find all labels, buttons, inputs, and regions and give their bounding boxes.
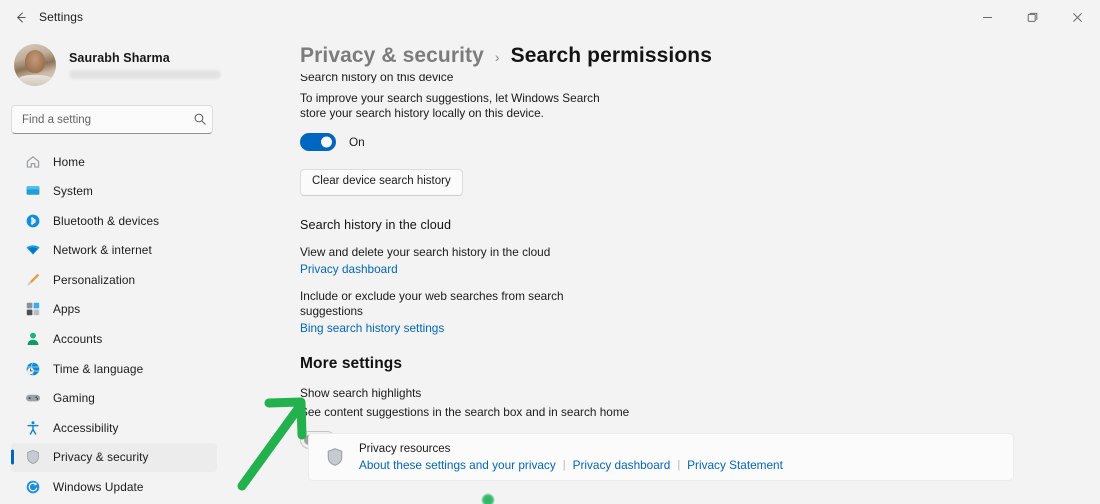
- settings-window: Settings: [0, 0, 1100, 504]
- shield-icon: [24, 449, 41, 466]
- maximize-button[interactable]: [1010, 0, 1055, 34]
- breadcrumb: Privacy & security › Search permissions: [300, 40, 722, 74]
- sidebar-item-label: Accessibility: [53, 421, 119, 435]
- privacy-resources-links: About these settings and your privacy | …: [359, 458, 783, 473]
- sidebar-item-apps[interactable]: Apps: [11, 295, 217, 324]
- cloud-history-line1: View and delete your search history in t…: [300, 245, 610, 260]
- sidebar-nav: Home System Bluetooth: [11, 147, 217, 502]
- sidebar-item-gaming[interactable]: Gaming: [11, 384, 217, 413]
- sidebar-item-accessibility[interactable]: Accessibility: [11, 413, 217, 442]
- sidebar-item-privacy-security[interactable]: Privacy & security: [11, 443, 217, 472]
- sidebar-item-network-internet[interactable]: Network & internet: [11, 236, 217, 265]
- page-title: Search permissions: [511, 44, 712, 68]
- sidebar-item-label: Network & internet: [53, 243, 152, 257]
- show-search-highlights-description: See content suggestions in the search bo…: [300, 405, 720, 420]
- bing-search-history-settings-link[interactable]: Bing search history settings: [300, 321, 444, 336]
- close-button[interactable]: [1055, 0, 1100, 34]
- sidebar-item-label: Windows Update: [53, 480, 144, 494]
- sidebar-item-label: Bluetooth & devices: [53, 214, 159, 228]
- update-icon: [24, 479, 41, 496]
- sidebar-item-system[interactable]: System: [11, 177, 217, 206]
- clock-globe-icon: [24, 360, 41, 377]
- search-container: [11, 105, 217, 134]
- person-icon: [24, 331, 41, 348]
- search-history-device-toggle-state: On: [349, 135, 365, 149]
- link-separator: |: [563, 459, 566, 471]
- profile-email-redacted: [69, 70, 221, 79]
- title-bar: Settings: [0, 0, 1100, 34]
- brush-icon: [24, 271, 41, 288]
- search-input[interactable]: [11, 105, 213, 134]
- sidebar: Saurabh Sharma Home: [0, 34, 228, 504]
- sidebar-item-label: Privacy & security: [53, 450, 149, 464]
- sidebar-item-label: Accounts: [53, 332, 102, 346]
- more-settings-heading: More settings: [300, 355, 1060, 373]
- back-button[interactable]: [4, 1, 36, 33]
- sidebar-item-time-language[interactable]: Time & language: [11, 354, 217, 383]
- home-icon: [24, 153, 41, 170]
- sidebar-item-label: System: [53, 184, 93, 198]
- profile-name: Saurabh Sharma: [69, 51, 217, 65]
- about-settings-privacy-link[interactable]: About these settings and your privacy: [359, 458, 556, 473]
- sidebar-item-label: Home: [53, 155, 85, 169]
- gamepad-icon: [24, 390, 41, 407]
- sidebar-item-label: Time & language: [53, 362, 143, 376]
- breadcrumb-parent-link[interactable]: Privacy & security: [300, 44, 484, 68]
- apps-icon: [24, 301, 41, 318]
- window-controls: [965, 0, 1100, 34]
- avatar: [14, 44, 56, 86]
- privacy-statement-link[interactable]: Privacy Statement: [687, 458, 783, 473]
- sidebar-item-windows-update[interactable]: Windows Update: [11, 473, 217, 502]
- minimize-button[interactable]: [965, 0, 1010, 34]
- shield-icon: [325, 447, 345, 467]
- sidebar-item-label: Apps: [53, 302, 80, 316]
- sidebar-item-personalization[interactable]: Personalization: [11, 265, 217, 294]
- link-separator: |: [677, 459, 680, 471]
- privacy-dashboard-link[interactable]: Privacy dashboard: [300, 262, 398, 277]
- back-arrow-icon: [13, 10, 28, 25]
- settings-content: Search history on this device To improve…: [300, 70, 1060, 449]
- bluetooth-icon: [24, 212, 41, 229]
- cloud-history-line2: Include or exclude your web searches fro…: [300, 289, 610, 318]
- sidebar-item-home[interactable]: Home: [11, 147, 217, 176]
- minimize-icon: [982, 12, 993, 23]
- sidebar-item-label: Personalization: [53, 273, 135, 287]
- device-history-toggle-row: On: [300, 133, 1060, 151]
- window-title: Settings: [39, 10, 83, 24]
- show-search-highlights-title: Show search highlights: [300, 386, 610, 401]
- wifi-icon: [24, 242, 41, 259]
- close-icon: [1072, 12, 1083, 23]
- cursor-indicator: [481, 493, 495, 504]
- search-icon: [193, 112, 207, 131]
- accessibility-icon: [24, 419, 41, 436]
- privacy-resources-title: Privacy resources: [359, 442, 783, 456]
- device-history-description: To improve your search suggestions, let …: [300, 91, 610, 120]
- search-history-device-toggle[interactable]: [300, 133, 336, 151]
- maximize-icon: [1027, 12, 1038, 23]
- sidebar-item-bluetooth-devices[interactable]: Bluetooth & devices: [11, 206, 217, 235]
- user-profile[interactable]: Saurabh Sharma: [11, 38, 217, 92]
- clear-device-search-history-button[interactable]: Clear device search history: [300, 169, 463, 196]
- sidebar-item-label: Gaming: [53, 391, 95, 405]
- privacy-resources-card: Privacy resources About these settings a…: [308, 433, 1014, 481]
- system-icon: [24, 183, 41, 200]
- privacy-dashboard-card-link[interactable]: Privacy dashboard: [573, 458, 671, 473]
- breadcrumb-separator-icon: ›: [495, 49, 500, 65]
- cloud-history-heading: Search history in the cloud: [300, 218, 1060, 232]
- sidebar-item-accounts[interactable]: Accounts: [11, 325, 217, 354]
